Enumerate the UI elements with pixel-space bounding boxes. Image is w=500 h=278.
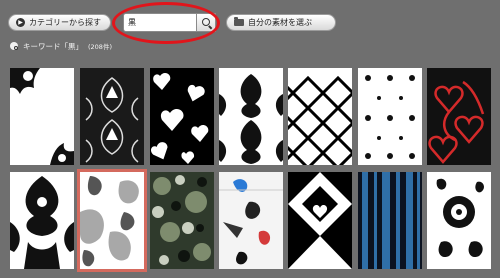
result-thumbnail-5[interactable] <box>288 68 352 165</box>
search-button[interactable] <box>196 13 216 32</box>
search-icon <box>202 18 210 26</box>
result-thumbnail-7[interactable] <box>427 68 491 165</box>
result-thumbnail-1[interactable] <box>10 68 74 165</box>
result-thumbnail-14[interactable] <box>427 172 491 269</box>
own-material-button[interactable]: 自分の素材を選ぶ <box>226 14 336 31</box>
search-result-icon <box>10 42 18 50</box>
result-count: (208件) <box>88 43 112 51</box>
result-thumbnail-8[interactable] <box>10 172 74 269</box>
category-search-label: カテゴリーから探す <box>29 18 101 27</box>
toolbar: ▶ カテゴリーから探す 自分の素材を選ぶ キーワード「黒」 (208件) <box>0 0 500 62</box>
keyword-label: キーワード「黒」 <box>23 41 83 51</box>
keyword-summary: キーワード「黒」 (208件) <box>10 40 112 52</box>
result-thumbnail-13[interactable] <box>358 172 422 269</box>
result-thumbnail-6[interactable] <box>358 68 422 165</box>
result-thumbnail-12[interactable] <box>288 172 352 269</box>
result-thumbnail-4[interactable] <box>219 68 283 165</box>
result-thumbnail-2[interactable] <box>80 68 144 165</box>
result-thumbnail-10[interactable] <box>150 172 214 269</box>
arrow-right-icon: ▶ <box>16 18 25 27</box>
result-thumbnail-11[interactable] <box>219 172 283 269</box>
category-search-button[interactable]: ▶ カテゴリーから探す <box>8 14 111 31</box>
own-material-label: 自分の素材を選ぶ <box>248 18 312 27</box>
folder-icon <box>234 17 244 26</box>
result-thumbnail-3[interactable] <box>150 68 214 165</box>
result-thumbnail-9[interactable] <box>77 169 147 272</box>
